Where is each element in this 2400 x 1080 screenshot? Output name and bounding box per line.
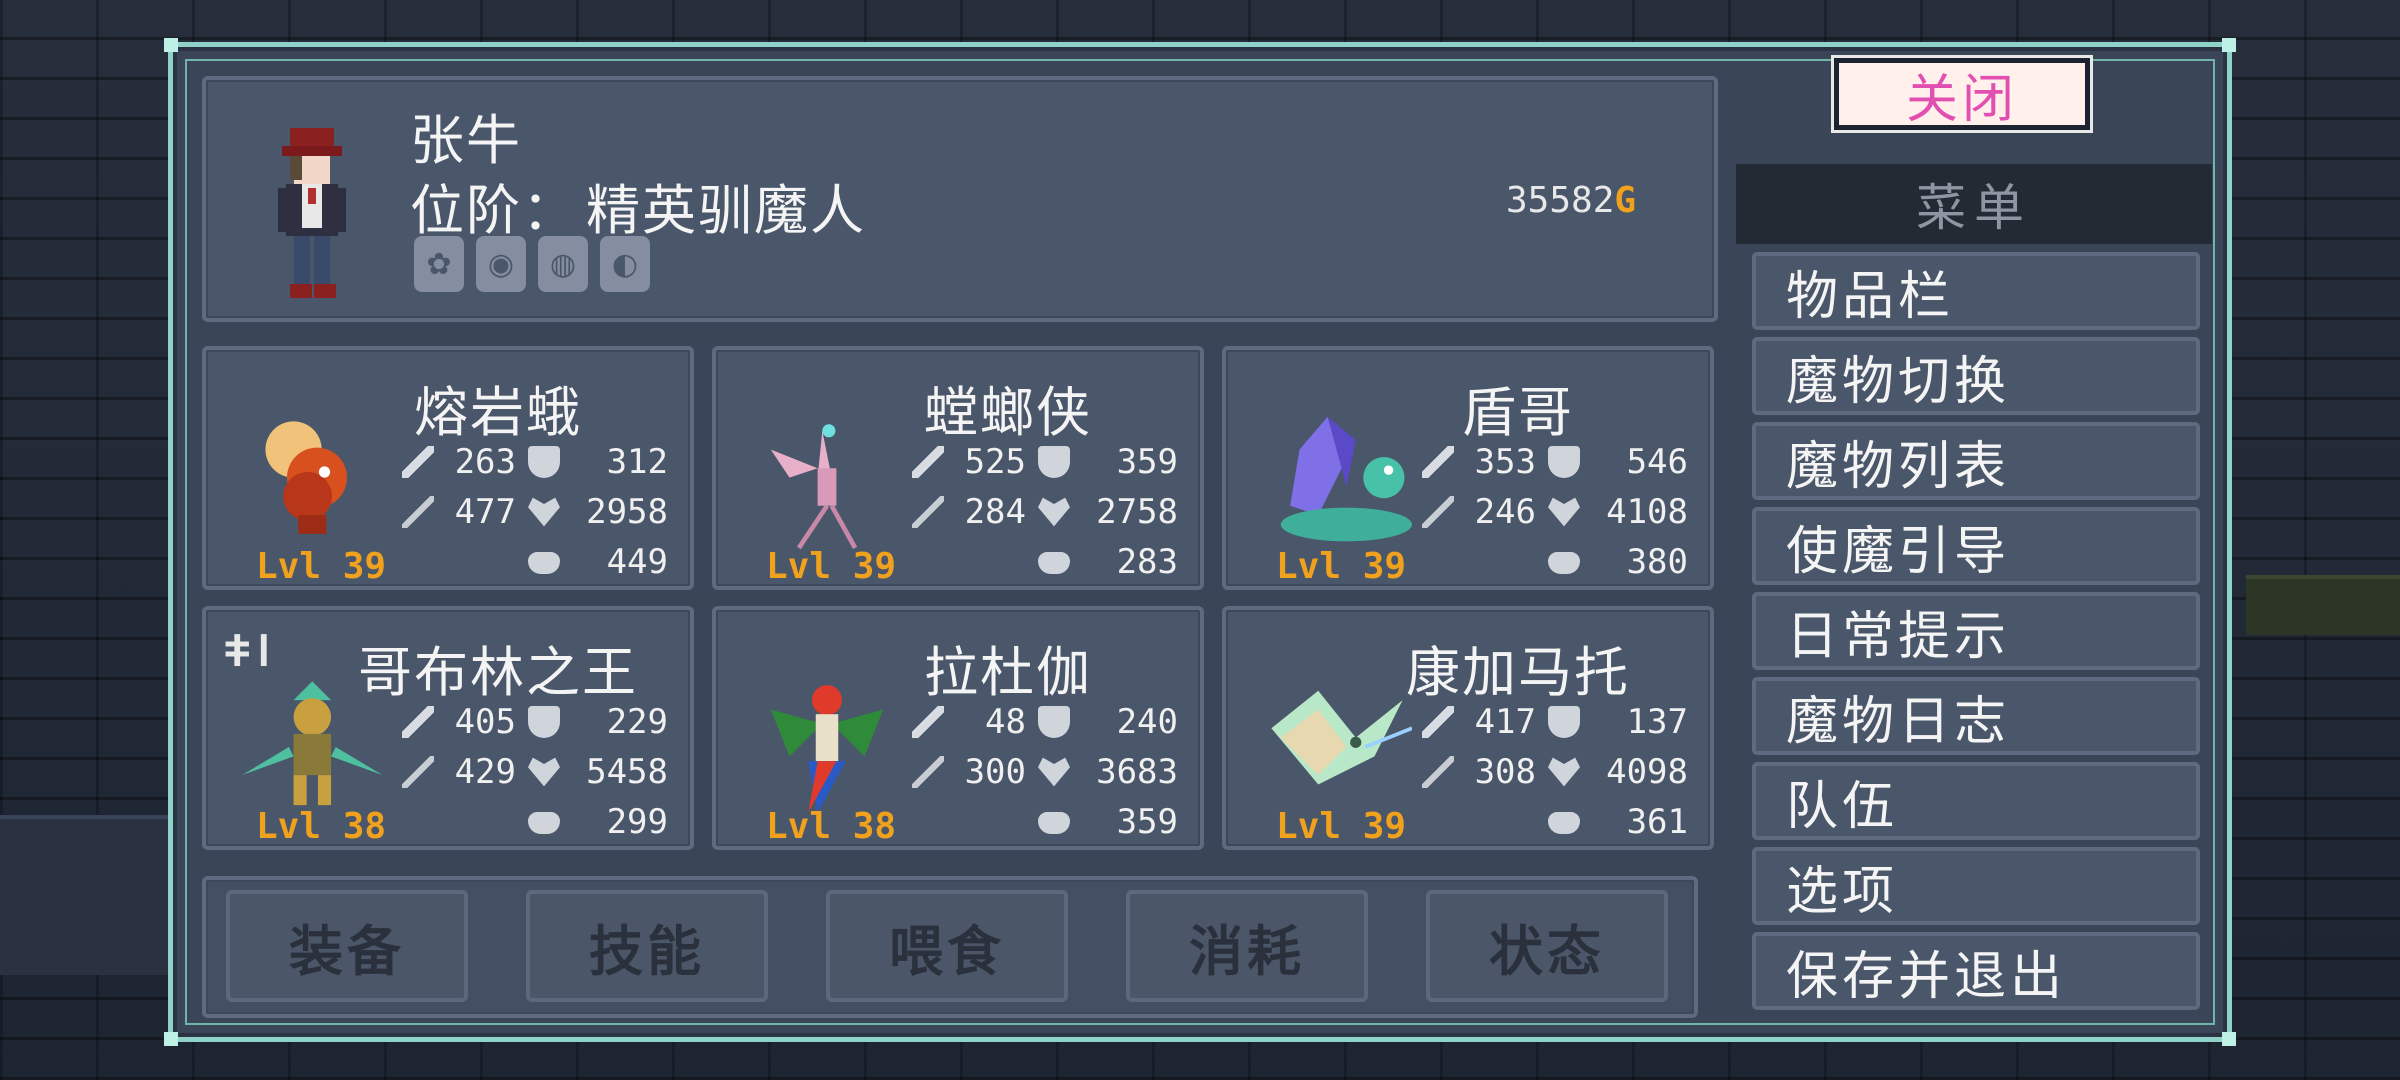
food-bowl-icon	[1548, 552, 1580, 574]
menu-item-monster-journal[interactable]: 魔物日志	[1752, 677, 2200, 755]
rank-value: 精英驯魔人	[586, 179, 866, 242]
badge-icon[interactable]: ◉	[476, 236, 526, 292]
stat-attack: 263	[454, 442, 516, 482]
stat-health: 2958	[586, 492, 668, 532]
monster-card[interactable]: 康加马托 Lvl 39 417 137 308 4098 361	[1222, 606, 1714, 850]
heart-icon	[1038, 497, 1070, 527]
food-bowl-icon	[528, 812, 560, 834]
shield-icon	[1548, 446, 1580, 478]
gold-amount: 35582	[1506, 180, 1615, 221]
monster-level: Lvl 39	[256, 546, 387, 587]
menu-item-daily-tips[interactable]: 日常提示	[1752, 592, 2200, 670]
stat-food: 359	[1116, 802, 1178, 842]
stat-defense: 137	[1626, 702, 1688, 742]
stat-attack: 353	[1474, 442, 1536, 482]
gold-counter: 35582G	[1506, 180, 1636, 221]
monster-level: Lvl 39	[1276, 806, 1407, 847]
tab-skills[interactable]: 技能	[526, 890, 768, 1002]
badge-icon[interactable]: ◐	[600, 236, 650, 292]
stat-food: 283	[1116, 542, 1178, 582]
shield-icon	[528, 446, 560, 478]
stat-magic: 300	[964, 752, 1026, 792]
heart-icon	[528, 497, 560, 527]
stat-health: 4098	[1606, 752, 1688, 792]
monster-card[interactable]: ǂǀ 哥布林之王 Lvl 38 405 229 429 5458 299	[202, 606, 694, 850]
stat-defense: 312	[606, 442, 668, 482]
heart-icon	[1548, 757, 1580, 787]
stat-food: 361	[1626, 802, 1688, 842]
food-bowl-icon	[1038, 812, 1070, 834]
monster-level: Lvl 38	[256, 806, 387, 847]
stat-health: 3683	[1096, 752, 1178, 792]
tab-equipment[interactable]: 装备	[226, 890, 468, 1002]
player-rank: 位阶： 精英驯魔人	[410, 166, 866, 245]
stat-food: 449	[606, 542, 668, 582]
food-bowl-icon	[528, 552, 560, 574]
manta-sprite	[1271, 690, 1412, 785]
stat-food: 299	[606, 802, 668, 842]
background-ledge	[0, 815, 170, 975]
badge-icon[interactable]: ✿	[414, 236, 464, 292]
stat-magic: 429	[454, 752, 516, 792]
stat-defense: 546	[1626, 442, 1688, 482]
stat-attack: 417	[1474, 702, 1536, 742]
menu-title: 菜单	[1736, 164, 2212, 244]
monster-level: Lvl 38	[766, 806, 897, 847]
shield-icon	[1038, 446, 1070, 478]
monster-card[interactable]: 螳螂侠 Lvl 39 525 359 284 2758 283	[712, 346, 1204, 590]
player-name: 张牛	[410, 109, 522, 172]
stat-defense: 240	[1116, 702, 1178, 742]
stat-health: 5458	[586, 752, 668, 792]
stat-defense: 229	[606, 702, 668, 742]
rank-label: 位阶：	[410, 179, 578, 242]
stat-magic: 284	[964, 492, 1026, 532]
stat-attack: 525	[964, 442, 1026, 482]
player-avatar	[278, 128, 346, 298]
monster-level: Lvl 39	[1276, 546, 1407, 587]
stat-magic: 308	[1474, 752, 1536, 792]
menu-item-monster-list[interactable]: 魔物列表	[1752, 422, 2200, 500]
shield-icon	[528, 706, 560, 738]
shield-icon	[1038, 706, 1070, 738]
stat-health: 2758	[1096, 492, 1178, 532]
menu-item-inventory[interactable]: 物品栏	[1752, 252, 2200, 330]
heart-icon	[1548, 497, 1580, 527]
crystal-snail-sprite	[1280, 416, 1412, 542]
heart-icon	[1038, 757, 1070, 787]
tab-consumables[interactable]: 消耗	[1126, 890, 1368, 1002]
achievement-badges: ✿ ◉ ◍ ◐	[414, 236, 650, 292]
monster-card[interactable]: 熔岩蛾 Lvl 39 263 312 477 2958 449	[202, 346, 694, 590]
stat-attack: 405	[454, 702, 516, 742]
monster-card[interactable]: 盾哥 Lvl 39 353 546 246 4108 380	[1222, 346, 1714, 590]
shield-icon	[1548, 706, 1580, 738]
menu-item-options[interactable]: 选项	[1752, 847, 2200, 925]
monster-level: Lvl 39	[766, 546, 897, 587]
close-button[interactable]: 关闭	[1834, 58, 2090, 130]
heart-icon	[528, 757, 560, 787]
stat-health: 4108	[1606, 492, 1688, 532]
menu-item-monster-switch[interactable]: 魔物切换	[1752, 337, 2200, 415]
gold-icon: G	[1614, 180, 1637, 221]
tab-feed[interactable]: 喂食	[826, 890, 1068, 1002]
badge-icon[interactable]: ◍	[538, 236, 588, 292]
tab-status[interactable]: 状态	[1426, 890, 1668, 1002]
monster-card[interactable]: 拉杜伽 Lvl 38 48 240 300 3683 359	[712, 606, 1204, 850]
stat-magic: 246	[1474, 492, 1536, 532]
stat-defense: 359	[1116, 442, 1178, 482]
mantis-sprite	[770, 424, 858, 550]
stat-food: 380	[1626, 542, 1688, 582]
menu-item-party[interactable]: 队伍	[1752, 762, 2200, 840]
food-bowl-icon	[1038, 552, 1070, 574]
menu-item-familiar-guide[interactable]: 使魔引导	[1752, 507, 2200, 585]
stat-attack: 48	[985, 702, 1026, 742]
stat-magic: 477	[454, 492, 516, 532]
food-bowl-icon	[1548, 812, 1580, 834]
parrot-sprite	[770, 685, 884, 813]
background-ledge	[2246, 575, 2400, 635]
lava-moth-sprite	[265, 421, 347, 534]
menu-item-save-and-quit[interactable]: 保存并退出	[1752, 932, 2200, 1010]
goblin-king-sprite	[242, 681, 383, 806]
